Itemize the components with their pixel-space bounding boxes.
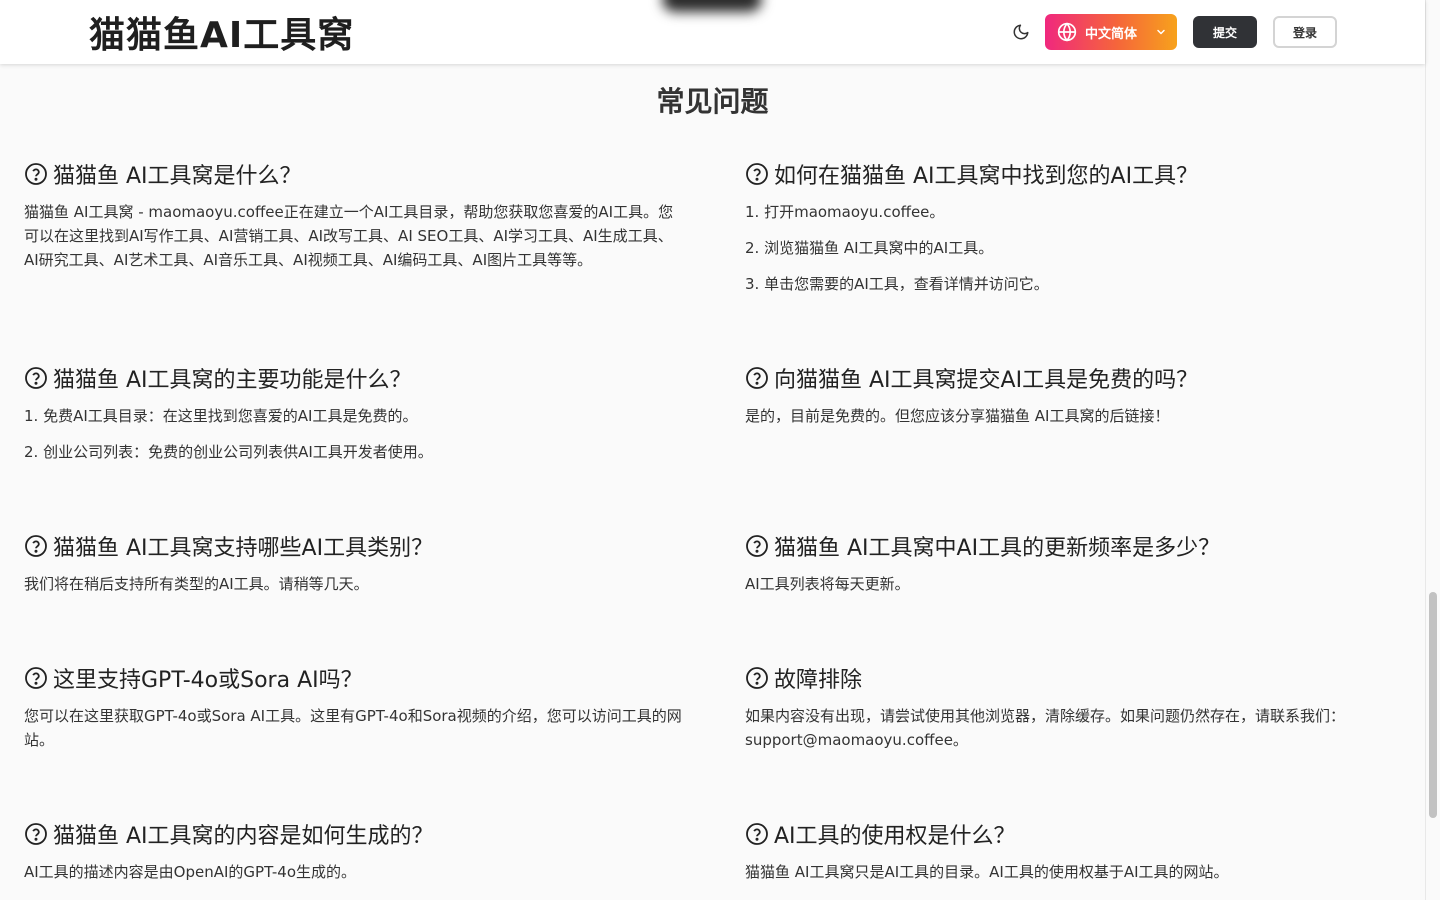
question-circle-icon [746,163,768,185]
faq-answer-text: AI工具列表将每天更新。 [745,575,910,593]
question-circle-icon [25,667,47,689]
faq-answer-text: 1. 免费AI工具目录：在这里找到您喜爱的AI工具是免费的。 [24,407,418,425]
faq-item: AI工具的使用权是什么？ 猫猫鱼 AI工具窝只是AI工具的目录。AI工具的使用权… [745,819,1405,896]
faq-question-text: 猫猫鱼 AI工具窝支持哪些AI工具类别？ [53,536,434,561]
faq-question: 猫猫鱼 AI工具窝的主要功能是什么？ [24,363,684,393]
question-circle-icon [746,367,768,389]
submit-button[interactable]: 提交 [1193,16,1257,48]
blurred-overlay [662,0,762,12]
faq-title: 常见问题 [656,85,769,118]
moon-icon [1013,24,1029,40]
scrollbar-thumb[interactable] [1429,592,1437,818]
faq-question: 故障排除 [745,663,1405,693]
faq-answer-text: AI工具的描述内容是由OpenAI的GPT-4o生成的。 [24,863,357,881]
faq-answer: 如果内容没有出现，请尝试使用其他浏览器，清除缓存。如果问题仍然存在，请联系我们：… [745,704,1405,752]
faq-answer: 1. 打开maomaoyu.coffee。 2. 浏览猫猫鱼 AI工具窝中的AI… [745,200,1405,296]
language-label: 中文简体 [1085,26,1138,42]
faq-question-text: 猫猫鱼 AI工具窝的内容是如何生成的？ [53,824,434,849]
faq-question-text: 向猫猫鱼 AI工具窝提交AI工具是免费的吗？ [774,368,1199,393]
question-circle-icon [25,535,47,557]
faq-question: 猫猫鱼 AI工具窝中AI工具的更新频率是多少？ [745,531,1405,561]
faq-item: 向猫猫鱼 AI工具窝提交AI工具是免费的吗？ 是的，目前是免费的。但您应该分享猫… [745,363,1405,440]
faq-item: 故障排除 如果内容没有出现，请尝试使用其他浏览器，清除缓存。如果问题仍然存在，请… [745,663,1405,764]
faq-question: 如何在猫猫鱼 AI工具窝中找到您的AI工具？ [745,159,1405,189]
faq-item: 猫猫鱼 AI工具窝的内容是如何生成的？ AI工具的描述内容是由OpenAI的GP… [24,819,684,896]
faq-item: 猫猫鱼 AI工具窝中AI工具的更新频率是多少？ AI工具列表将每天更新。 [745,531,1405,608]
faq-answer-text: 猫猫鱼 AI工具窝只是AI工具的目录。AI工具的使用权基于AI工具的网站。 [745,863,1229,881]
faq-answer-text: 1. 打开maomaoyu.coffee。 [745,203,945,221]
faq-answer: 是的，目前是免费的。但您应该分享猫猫鱼 AI工具窝的后链接！ [745,404,1405,428]
question-circle-icon [25,163,47,185]
faq-question: AI工具的使用权是什么？ [745,819,1405,849]
faq-answer-text: 是的，目前是免费的。但您应该分享猫猫鱼 AI工具窝的后链接！ [745,407,1170,425]
site-logo[interactable]: 猫猫鱼AI工具窝 [89,6,354,58]
faq-question: 猫猫鱼 AI工具窝是什么？ [24,159,684,189]
faq-question: 向猫猫鱼 AI工具窝提交AI工具是免费的吗？ [745,363,1405,393]
faq-question: 猫猫鱼 AI工具窝的内容是如何生成的？ [24,819,684,849]
faq-question-text: 猫猫鱼 AI工具窝的主要功能是什么？ [53,368,412,393]
question-circle-icon [746,667,768,689]
faq-answer-text: 2. 浏览猫猫鱼 AI工具窝中的AI工具。 [745,239,994,257]
faq-item: 猫猫鱼 AI工具窝是什么？ 猫猫鱼 AI工具窝 - maomaoyu.coffe… [24,159,684,284]
faq-answer: 您可以在这里获取GPT-4o或Sora AI工具。这里有GPT-4o和Sora视… [24,704,684,752]
faq-question-text: 如何在猫猫鱼 AI工具窝中找到您的AI工具？ [774,164,1199,189]
faq-question-text: 猫猫鱼 AI工具窝是什么？ [53,164,302,189]
faq-item: 如何在猫猫鱼 AI工具窝中找到您的AI工具？ 1. 打开maomaoyu.cof… [745,159,1405,308]
question-circle-icon [746,823,768,845]
faq-item: 这里支持GPT-4o或Sora AI吗？ 您可以在这里获取GPT-4o或Sora… [24,663,684,764]
faq-answer-text: 猫猫鱼 AI工具窝 - maomaoyu.coffee正在建立一个AI工具目录，… [24,203,674,269]
question-circle-icon [25,823,47,845]
faq-answer: 猫猫鱼 AI工具窝 - maomaoyu.coffee正在建立一个AI工具目录，… [24,200,684,272]
faq-item: 猫猫鱼 AI工具窝支持哪些AI工具类别？ 我们将在稍后支持所有类型的AI工具。请… [24,531,684,608]
faq-question-text: 猫猫鱼 AI工具窝中AI工具的更新频率是多少？ [774,536,1221,561]
faq-answer: 我们将在稍后支持所有类型的AI工具。请稍等几天。 [24,572,684,596]
top-header: 猫猫鱼AI工具窝 中文简体 提交 登录 [0,0,1425,64]
faq-question-text: AI工具的使用权是什么？ [774,824,1016,849]
faq-question-text: 故障排除 [774,668,863,693]
globe-icon [1057,22,1077,42]
login-button[interactable]: 登录 [1273,16,1337,48]
faq-answer: AI工具的描述内容是由OpenAI的GPT-4o生成的。 [24,860,684,884]
faq-answer-text: 如果内容没有出现，请尝试使用其他浏览器，清除缓存。如果问题仍然存在，请联系我们：… [745,707,1346,749]
dark-mode-toggle[interactable] [1010,21,1032,43]
faq-answer: AI工具列表将每天更新。 [745,572,1405,596]
faq-question: 这里支持GPT-4o或Sora AI吗？ [24,663,684,693]
faq-question-text: 这里支持GPT-4o或Sora AI吗？ [53,668,363,693]
faq-question: 猫猫鱼 AI工具窝支持哪些AI工具类别？ [24,531,684,561]
language-select[interactable]: 中文简体 [1045,14,1177,50]
faq-answer-text: 我们将在稍后支持所有类型的AI工具。请稍等几天。 [24,575,369,593]
question-circle-icon [25,367,47,389]
faq-answer-text: 3. 单击您需要的AI工具，查看详情并访问它。 [745,275,1049,293]
question-circle-icon [746,535,768,557]
faq-answer: 猫猫鱼 AI工具窝只是AI工具的目录。AI工具的使用权基于AI工具的网站。 [745,860,1405,884]
faq-answer: 1. 免费AI工具目录：在这里找到您喜爱的AI工具是免费的。 2. 创业公司列表… [24,404,684,464]
faq-answer-text: 您可以在这里获取GPT-4o或Sora AI工具。这里有GPT-4o和Sora视… [24,707,682,749]
chevron-down-icon [1157,29,1165,35]
faq-answer-text: 2. 创业公司列表：免费的创业公司列表供AI工具开发者使用。 [24,443,433,461]
faq-item: 猫猫鱼 AI工具窝的主要功能是什么？ 1. 免费AI工具目录：在这里找到您喜爱的… [24,363,684,476]
